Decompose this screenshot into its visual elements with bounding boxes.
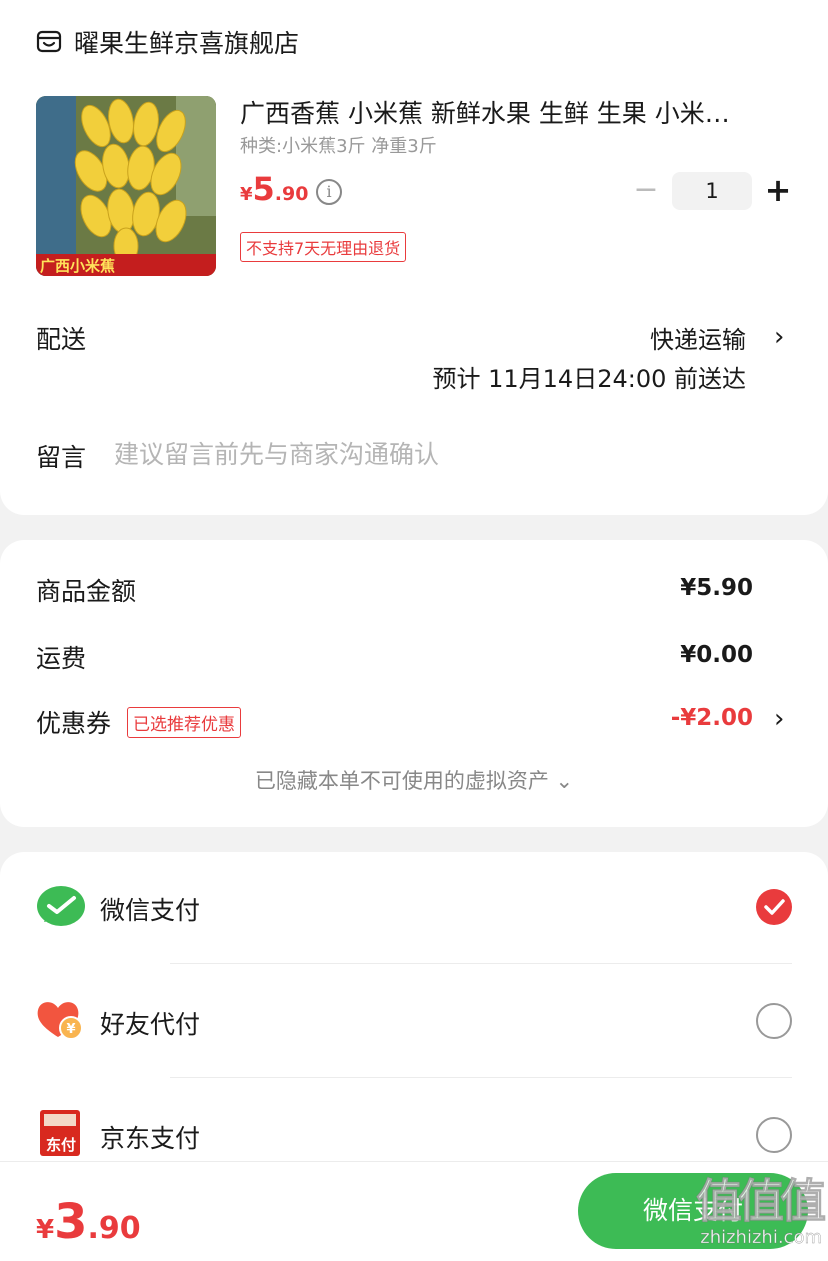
delivery-eta: 预计 11月14日24:00 前送达 — [432, 365, 747, 393]
store-name: 曜果生鲜京喜旗舰店 — [74, 29, 300, 58]
price-decimal: .90 — [274, 183, 309, 205]
quantity-increase-button[interactable]: + — [762, 172, 794, 210]
svg-text:¥: ¥ — [66, 1022, 75, 1037]
divider — [170, 963, 792, 964]
product-image-caption: 广西小米蕉 — [40, 257, 116, 275]
order-total: ¥ 3 .90 — [36, 1194, 141, 1250]
coupon-chevron-right-icon[interactable]: › — [774, 706, 794, 732]
goods-amount-value: ¥5.90 — [680, 575, 753, 601]
radio-unchecked-icon[interactable] — [756, 1003, 792, 1039]
remark-input[interactable] — [114, 436, 754, 472]
coupon-badge[interactable]: 已选推荐优惠 — [127, 707, 241, 738]
info-icon[interactable]: i — [316, 179, 342, 205]
shipping-fee-value: ¥0.00 — [680, 642, 753, 668]
quantity-input[interactable]: 1 — [672, 172, 752, 210]
shipping-fee-label: 运费 — [36, 644, 87, 673]
store-header[interactable]: 曜果生鲜京喜旗舰店 — [36, 24, 299, 60]
radio-unchecked-icon[interactable] — [756, 1117, 792, 1153]
total-decimal: .90 — [87, 1211, 141, 1246]
price-symbol: ¥ — [240, 184, 253, 205]
wechat-pay-icon — [37, 886, 85, 926]
hidden-assets-toggle[interactable]: 已隐藏本单不可使用的虚拟资产 ⌄ — [0, 765, 828, 795]
return-policy-badge: 不支持7天无理由退货 — [240, 232, 407, 262]
payment-label-friend: 好友代付 — [100, 1010, 201, 1039]
total-symbol: ¥ — [36, 1215, 55, 1245]
chevron-right-icon[interactable]: › — [774, 324, 794, 350]
goods-amount-label: 商品金额 — [36, 577, 137, 606]
friend-pay-icon: ¥ — [37, 1002, 83, 1040]
product-price: ¥ 5 .90 — [240, 170, 308, 208]
payment-label-jd: 京东支付 — [100, 1124, 201, 1153]
delivery-label: 配送 — [36, 325, 87, 354]
divider — [170, 1077, 792, 1078]
remark-label: 留言 — [36, 443, 87, 472]
payment-label-wechat: 微信支付 — [100, 896, 201, 925]
coupon-label[interactable]: 优惠券 — [36, 704, 111, 740]
jd-pay-icon-text: 东付 — [45, 1136, 76, 1154]
total-integer: 3 — [54, 1194, 88, 1250]
delivery-method[interactable]: 快递运输 — [650, 320, 746, 355]
radio-checked-icon[interactable] — [756, 889, 792, 925]
quantity-decrease-button[interactable]: − — [630, 174, 662, 208]
coupon-amount-value[interactable]: -¥2.00 — [671, 705, 753, 731]
product-image[interactable]: 广西小米蕉 — [36, 96, 216, 276]
order-item-card: 曜果生鲜京喜旗舰店 广西小米蕉 广西香蕉 小米蕉 新鲜水果 生鲜 生果 小米… … — [0, 0, 828, 515]
product-spec[interactable]: 种类:小米蕉3斤 净重3斤 — [240, 132, 437, 158]
product-title[interactable]: 广西香蕉 小米蕉 新鲜水果 生鲜 生果 小米… — [240, 94, 780, 130]
price-integer: 5 — [252, 170, 275, 208]
store-icon — [36, 30, 62, 53]
submit-payment-button[interactable]: 微信支付 — [578, 1173, 808, 1249]
